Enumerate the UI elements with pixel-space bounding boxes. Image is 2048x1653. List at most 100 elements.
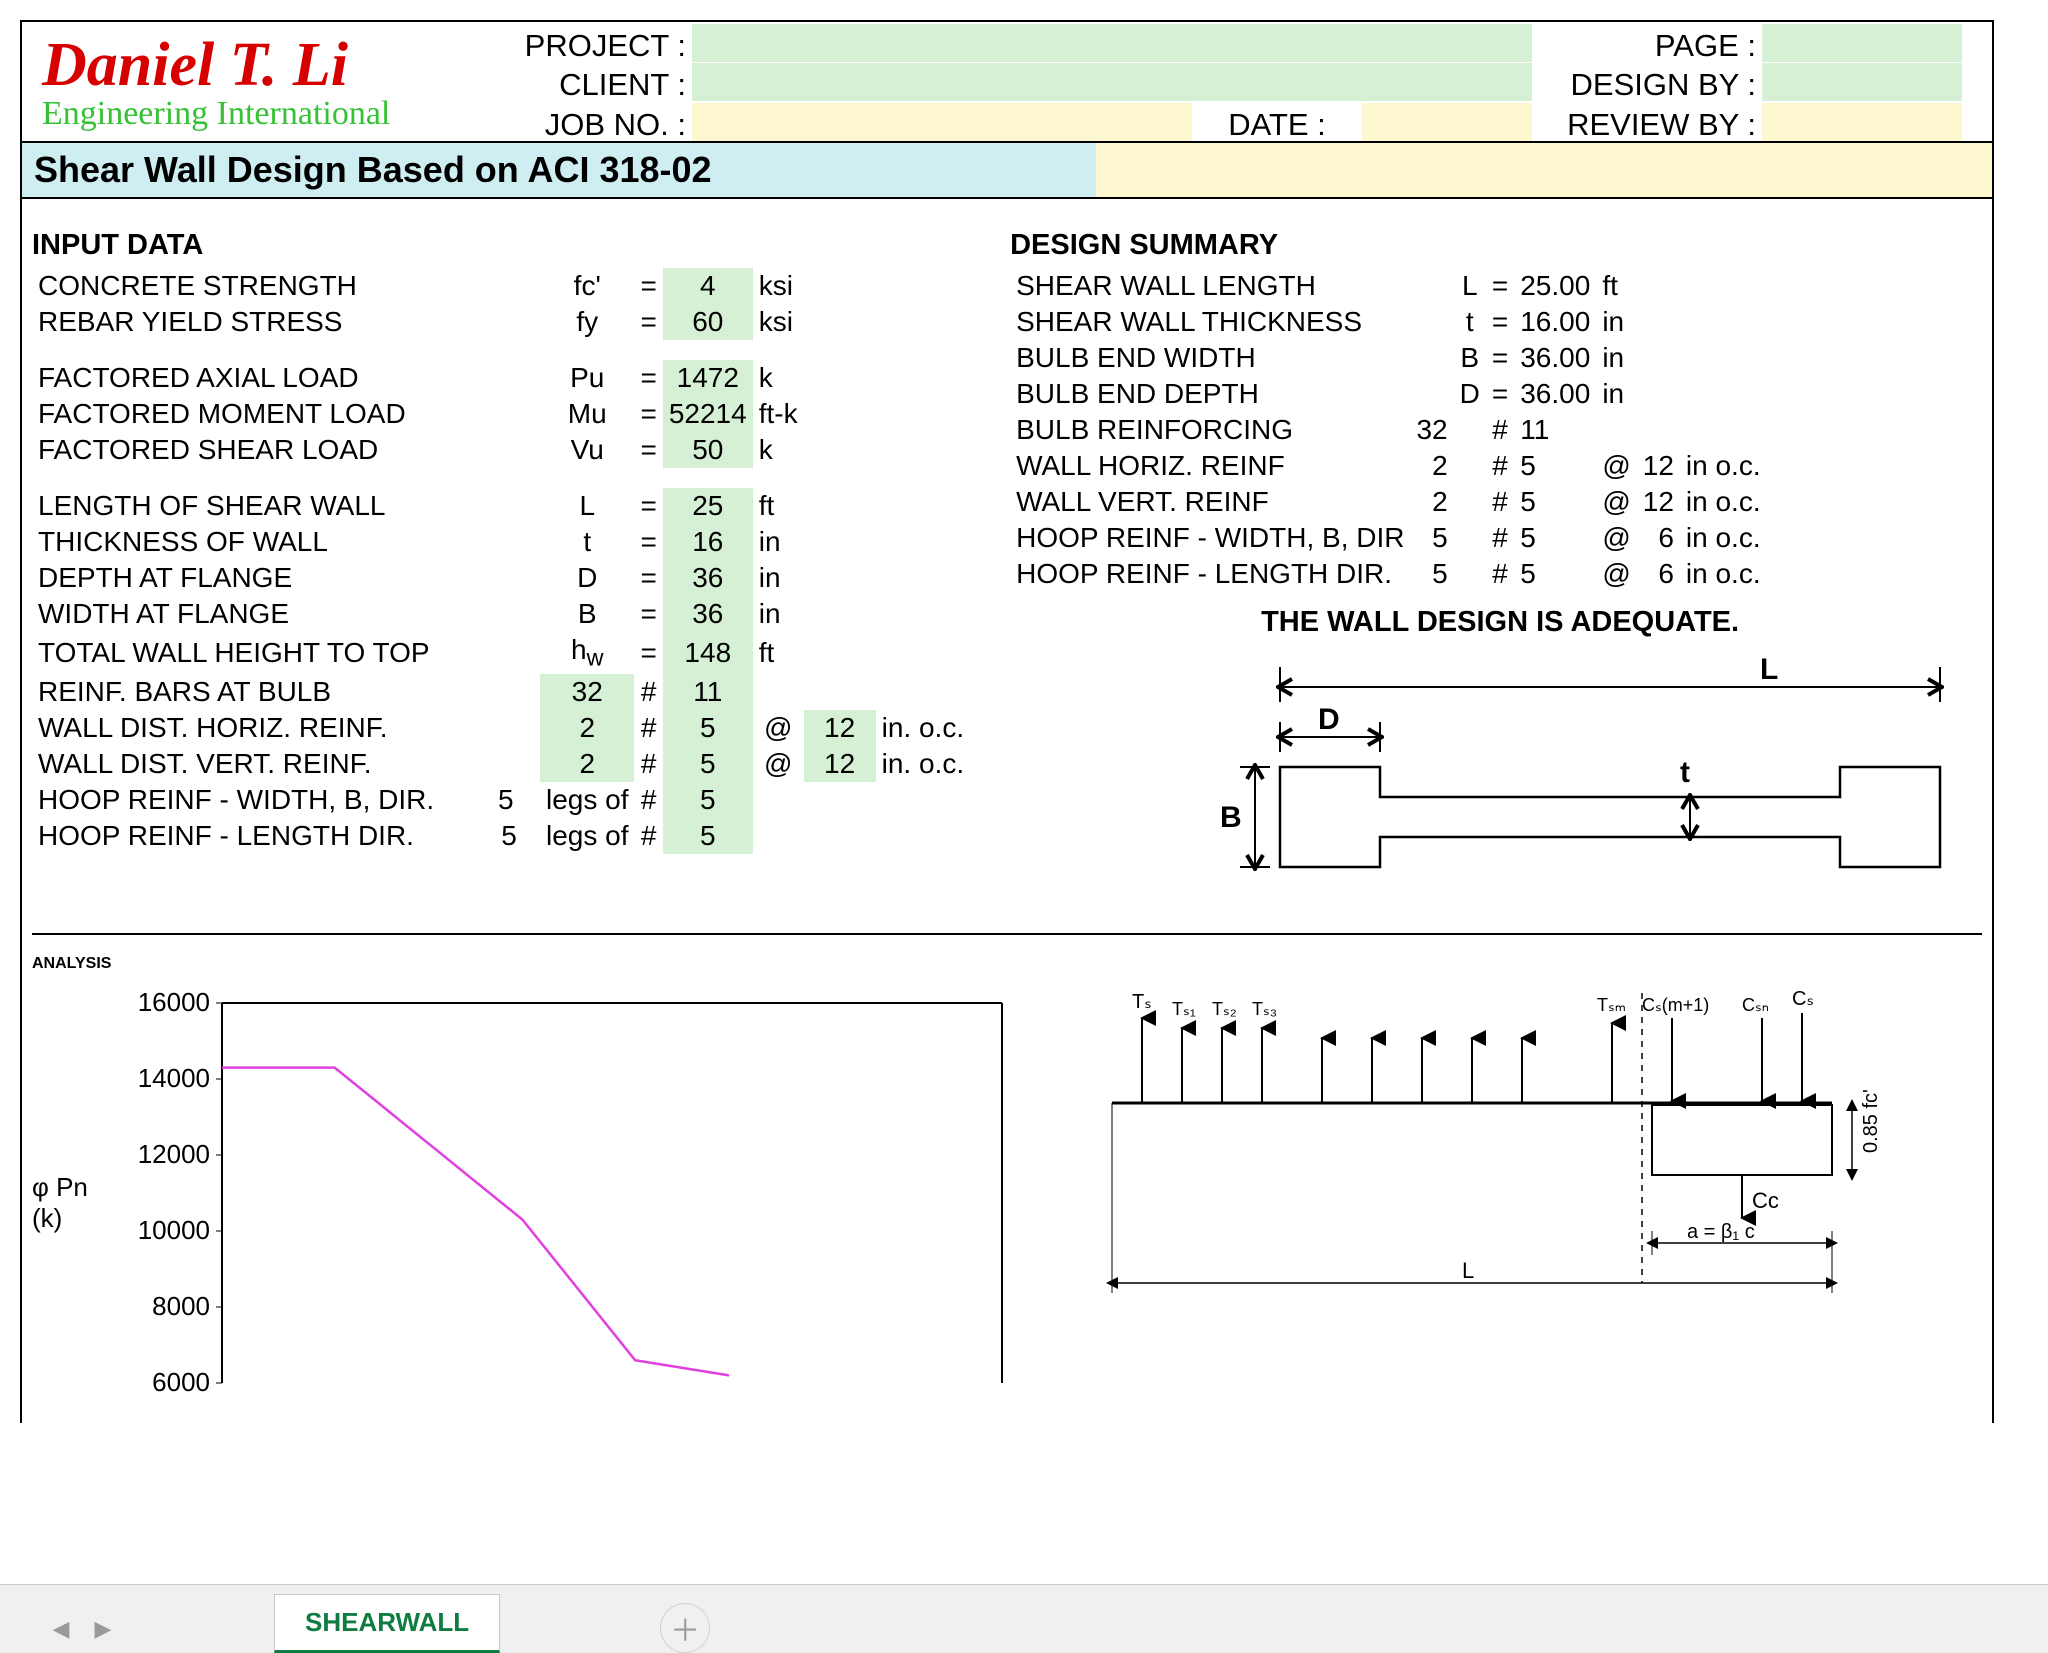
y-axis-label: φ Pn (k) <box>32 1172 122 1234</box>
lbl-Csn: Cₛₙ <box>1742 995 1769 1015</box>
svg-text:10000: 10000 <box>138 1215 210 1245</box>
label-hoopB: HOOP REINF - WIDTH, B, DIR. <box>38 784 434 815</box>
sym-hw: hw <box>540 632 635 674</box>
input-reviewby[interactable] <box>1762 103 1962 141</box>
sval-B: 36.00 <box>1514 340 1596 376</box>
val-pu[interactable]: 1472 <box>663 360 753 396</box>
sheet-title: Shear Wall Design Based on ACI 318-02 <box>22 143 1096 199</box>
logo: Daniel T. Li Engineering International <box>22 22 492 141</box>
val-vert-n[interactable]: 2 <box>540 746 635 782</box>
label-bulb: REINF. BARS AT BULB <box>32 674 540 710</box>
force-diagram: Tₛ Tₛ₁ Tₛ₂ Tₛ₃ Tₛₘ Cₛ(m+1) Cₛₙ Cₛ 0.85 f… <box>1082 983 1902 1423</box>
slabel-t: SHEAR WALL THICKNESS <box>1010 304 1410 340</box>
sval-D: 36.00 <box>1514 376 1596 412</box>
input-date[interactable] <box>1362 103 1532 141</box>
nav-prev-icon[interactable]: ◀ <box>40 1605 82 1653</box>
divider <box>32 933 1982 935</box>
label-concrete: CONCRETE STRENGTH <box>32 268 540 304</box>
input-data-panel: INPUT DATA CONCRETE STRENGTH fc' = 4 ksi… <box>32 229 970 915</box>
lbl-Ts2: Tₛ₂ <box>1212 999 1237 1019</box>
label-D: DEPTH AT FLANGE <box>32 560 540 596</box>
sheet-tab-bar: ◀ ▶ SHEARWALL ＋ <box>0 1584 2048 1653</box>
val-bulb-size[interactable]: 11 <box>663 674 753 710</box>
input-client[interactable] <box>692 63 1532 101</box>
lbl-Cc: Cc <box>1752 1188 1779 1213</box>
val-hw[interactable]: 148 <box>663 632 753 674</box>
slabel-bulb: BULB REINFORCING <box>1010 412 1410 448</box>
tab-shearwall[interactable]: SHEARWALL <box>274 1594 500 1653</box>
summary-heading: DESIGN SUMMARY <box>1010 229 1990 262</box>
lbl-Tsm: Tₛₘ <box>1597 995 1626 1015</box>
slabel-hl: HOOP REINF - LENGTH DIR. <box>1010 556 1410 592</box>
lbl-Ts3: Tₛ₃ <box>1252 999 1277 1019</box>
label-B: WIDTH AT FLANGE <box>32 596 540 632</box>
lbl-Csm1: Cₛ(m+1) <box>1642 995 1709 1015</box>
input-project[interactable] <box>692 24 1532 62</box>
title-spacer <box>1096 143 1992 199</box>
logo-subtitle: Engineering International <box>42 95 492 133</box>
label-project: PROJECT : <box>492 24 692 62</box>
title-bar: Shear Wall Design Based on ACI 318-02 <box>22 143 1992 199</box>
lbl-L2: L <box>1462 1258 1474 1283</box>
val-hoopL-size[interactable]: 5 <box>663 818 753 854</box>
svg-text:14000: 14000 <box>138 1063 210 1093</box>
val-horiz-size[interactable]: 5 <box>663 710 753 746</box>
label-mu: FACTORED MOMENT LOAD <box>32 396 540 432</box>
val-rebar[interactable]: 60 <box>663 304 753 340</box>
label-rebar: REBAR YIELD STRESS <box>32 304 540 340</box>
label-L: LENGTH OF SHEAR WALL <box>32 488 540 524</box>
val-hoopB-size[interactable]: 5 <box>663 782 753 818</box>
add-sheet-icon[interactable]: ＋ <box>660 1603 710 1653</box>
svg-text:16000: 16000 <box>138 987 210 1017</box>
design-summary-panel: DESIGN SUMMARY SHEAR WALL LENGTH L = 25.… <box>1010 229 1990 915</box>
label-date: DATE : <box>1192 103 1362 141</box>
logo-name: Daniel T. Li <box>42 30 492 101</box>
val-hoopB-n[interactable]: 5 <box>481 784 531 816</box>
label-designby: DESIGN BY : <box>1532 63 1762 101</box>
dim-L-label: L <box>1760 653 1778 686</box>
lbl-Ts1: Tₛ₁ <box>1172 999 1196 1019</box>
lbl-085fc: 0.85 fc' <box>1860 1089 1882 1153</box>
val-vert-sp[interactable]: 12 <box>804 746 876 782</box>
lbl-Ts: Tₛ <box>1132 991 1152 1013</box>
input-table: CONCRETE STRENGTH fc' = 4 ksi REBAR YIEL… <box>32 268 970 854</box>
label-t: THICKNESS OF WALL <box>32 524 540 560</box>
summary-table: SHEAR WALL LENGTH L = 25.00 ft SHEAR WAL… <box>1010 268 1767 592</box>
sval-t: 16.00 <box>1514 304 1596 340</box>
input-jobno[interactable] <box>692 103 1192 141</box>
input-page[interactable] <box>1762 24 1962 62</box>
label-horiz: WALL DIST. HORIZ. REINF. <box>32 710 540 746</box>
label-vert: WALL DIST. VERT. REINF. <box>32 746 540 782</box>
sym-fcprime: fc' <box>540 268 635 304</box>
slabel-D: BULB END DEPTH <box>1010 376 1410 412</box>
val-B[interactable]: 36 <box>663 596 753 632</box>
val-hoopL-n[interactable]: 5 <box>484 820 534 852</box>
label-vu: FACTORED SHEAR LOAD <box>32 432 540 468</box>
val-D[interactable]: 36 <box>663 560 753 596</box>
nav-next-icon[interactable]: ▶ <box>82 1605 124 1653</box>
val-L[interactable]: 25 <box>663 488 753 524</box>
analysis-section: ANALYSIS φ Pn (k) 6000800010000120001400… <box>22 955 1992 1423</box>
interaction-chart: 6000800010000120001400016000 <box>122 983 1022 1403</box>
header-block: Daniel T. Li Engineering International P… <box>22 22 1992 143</box>
val-mu[interactable]: 52214 <box>663 396 753 432</box>
val-horiz-sp[interactable]: 12 <box>804 710 876 746</box>
val-bulb-n[interactable]: 32 <box>540 674 635 710</box>
input-designby[interactable] <box>1762 63 1962 101</box>
dim-D-label: D <box>1318 703 1340 736</box>
cross-section-diagram: L D t B <box>1210 647 1990 907</box>
sval-L: 25.00 <box>1514 268 1596 304</box>
dim-B-label: B <box>1220 801 1242 834</box>
val-concrete[interactable]: 4 <box>663 268 753 304</box>
val-horiz-n[interactable]: 2 <box>540 710 635 746</box>
svg-text:6000: 6000 <box>152 1367 210 1397</box>
val-vert-size[interactable]: 5 <box>663 746 753 782</box>
input-heading: INPUT DATA <box>32 229 970 262</box>
slabel-hb: HOOP REINF - WIDTH, B, DIR <box>1010 520 1410 556</box>
slabel-B: BULB END WIDTH <box>1010 340 1410 376</box>
adequacy-text: THE WALL DESIGN IS ADEQUATE. <box>1010 606 1990 639</box>
val-t[interactable]: 16 <box>663 524 753 560</box>
val-vu[interactable]: 50 <box>663 432 753 468</box>
svg-text:12000: 12000 <box>138 1139 210 1169</box>
slabel-L: SHEAR WALL LENGTH <box>1010 268 1410 304</box>
